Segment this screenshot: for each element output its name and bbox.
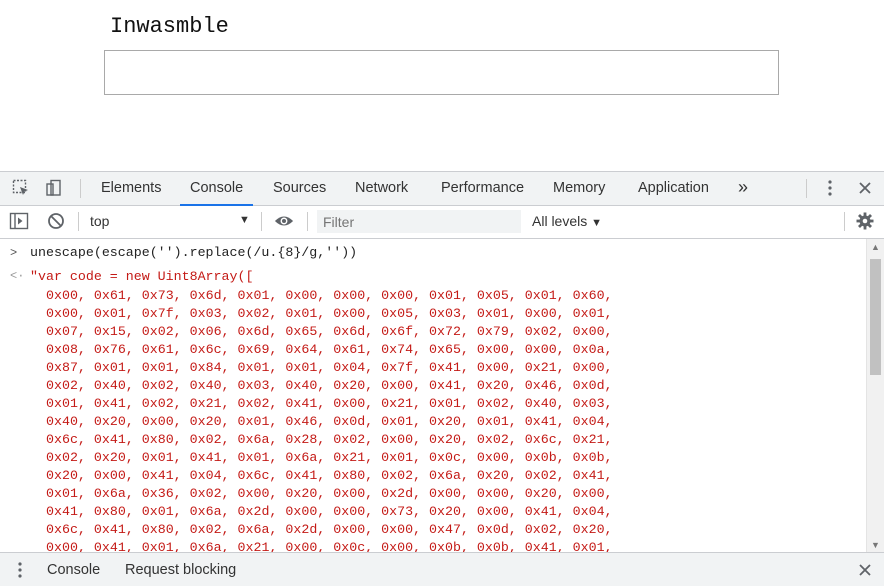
show-sidebar-icon[interactable]	[9, 211, 29, 231]
kebab-menu-icon[interactable]	[820, 178, 840, 198]
drawer-tab-request-blocking[interactable]: Request blocking	[125, 553, 236, 586]
tab-application[interactable]: Application	[638, 172, 709, 205]
result-line: 0x08, 0x76, 0x61, 0x6c, 0x69, 0x64, 0x61…	[46, 342, 613, 357]
page-input-field[interactable]	[104, 50, 779, 95]
toolbar-divider-4	[844, 212, 845, 231]
devtools-tabbar: Elements Console Sources Network Perform…	[0, 172, 884, 206]
context-dropdown-icon[interactable]: ▼	[239, 214, 250, 226]
toolbar-divider	[78, 212, 79, 231]
result-line: 0x07, 0x15, 0x02, 0x06, 0x6d, 0x65, 0x6d…	[46, 324, 613, 339]
tab-network[interactable]: Network	[355, 172, 408, 205]
log-levels-label: All levels	[532, 213, 588, 229]
result-line: 0x02, 0x40, 0x02, 0x40, 0x03, 0x40, 0x20…	[46, 378, 613, 393]
inspect-element-icon[interactable]	[11, 178, 31, 198]
result-line: 0x00, 0x01, 0x7f, 0x03, 0x02, 0x01, 0x00…	[46, 306, 613, 321]
close-devtools-icon[interactable]	[855, 178, 875, 198]
result-line: 0x20, 0x00, 0x41, 0x04, 0x6c, 0x41, 0x80…	[46, 468, 613, 483]
page-title: Inwasmble	[110, 14, 229, 39]
context-selector[interactable]: top	[90, 213, 109, 229]
console-scrollbar[interactable]: ▲ ▼	[866, 239, 884, 553]
console-command: unescape(escape('').replace(/u.{8}/g,'')…	[30, 245, 358, 260]
drawer-tab-console[interactable]: Console	[47, 553, 100, 586]
result-line: 0x6c, 0x41, 0x80, 0x02, 0x6a, 0x2d, 0x00…	[46, 522, 613, 537]
devtools-drawer: Console Request blocking	[0, 552, 884, 586]
close-drawer-icon[interactable]	[855, 560, 875, 580]
tab-console[interactable]: Console	[179, 172, 254, 206]
result-line: 0x01, 0x6a, 0x36, 0x02, 0x00, 0x20, 0x00…	[46, 486, 613, 501]
result-line: 0x40, 0x20, 0x00, 0x20, 0x01, 0x46, 0x0d…	[46, 414, 613, 429]
result-return-icon: <·	[10, 269, 25, 283]
chevron-down-icon: ▼	[591, 217, 603, 229]
tab-elements[interactable]: Elements	[101, 172, 161, 205]
result-string-body: 0x00, 0x61, 0x73, 0x6d, 0x01, 0x00, 0x00…	[46, 287, 613, 553]
scrollbar-thumb[interactable]	[870, 259, 881, 375]
scroll-down-arrow-icon[interactable]: ▼	[871, 540, 880, 550]
tab-performance[interactable]: Performance	[441, 172, 524, 205]
tab-memory[interactable]: Memory	[553, 172, 605, 205]
result-string-head: "var code = new Uint8Array([	[30, 269, 254, 284]
log-levels-dropdown[interactable]: All levels ▼	[532, 213, 602, 229]
console-toolbar: top ▼ All levels ▼	[0, 206, 884, 239]
console-settings-gear-icon[interactable]	[855, 211, 875, 231]
filter-input[interactable]	[317, 210, 521, 233]
tabbar-divider	[80, 179, 81, 198]
result-line: 0x00, 0x61, 0x73, 0x6d, 0x01, 0x00, 0x00…	[46, 288, 613, 303]
result-line: 0x41, 0x80, 0x01, 0x6a, 0x2d, 0x00, 0x00…	[46, 504, 613, 519]
tab-sources[interactable]: Sources	[273, 172, 326, 205]
toolbar-divider-3	[307, 212, 308, 231]
devtools-panel: Elements Console Sources Network Perform…	[0, 171, 884, 586]
scroll-up-arrow-icon[interactable]: ▲	[871, 242, 880, 252]
toolbar-divider-2	[261, 212, 262, 231]
clear-console-icon[interactable]	[46, 211, 66, 231]
drawer-menu-icon[interactable]	[10, 560, 30, 580]
result-line: 0x00, 0x41, 0x01, 0x6a, 0x21, 0x00, 0x0c…	[46, 540, 613, 553]
device-toolbar-icon[interactable]	[44, 178, 64, 198]
result-line: 0x01, 0x41, 0x02, 0x21, 0x02, 0x41, 0x00…	[46, 396, 613, 411]
live-expression-eye-icon[interactable]	[274, 211, 294, 231]
tabbar-divider-right	[806, 179, 807, 198]
console-output[interactable]: > unescape(escape('').replace(/u.{8}/g,'…	[0, 239, 866, 553]
prompt-chevron-icon: >	[10, 246, 18, 260]
more-tabs-button[interactable]: »	[738, 172, 748, 205]
result-line: 0x87, 0x01, 0x01, 0x84, 0x01, 0x01, 0x04…	[46, 360, 613, 375]
result-line: 0x6c, 0x41, 0x80, 0x02, 0x6a, 0x28, 0x02…	[46, 432, 613, 447]
result-line: 0x02, 0x20, 0x01, 0x41, 0x01, 0x6a, 0x21…	[46, 450, 613, 465]
